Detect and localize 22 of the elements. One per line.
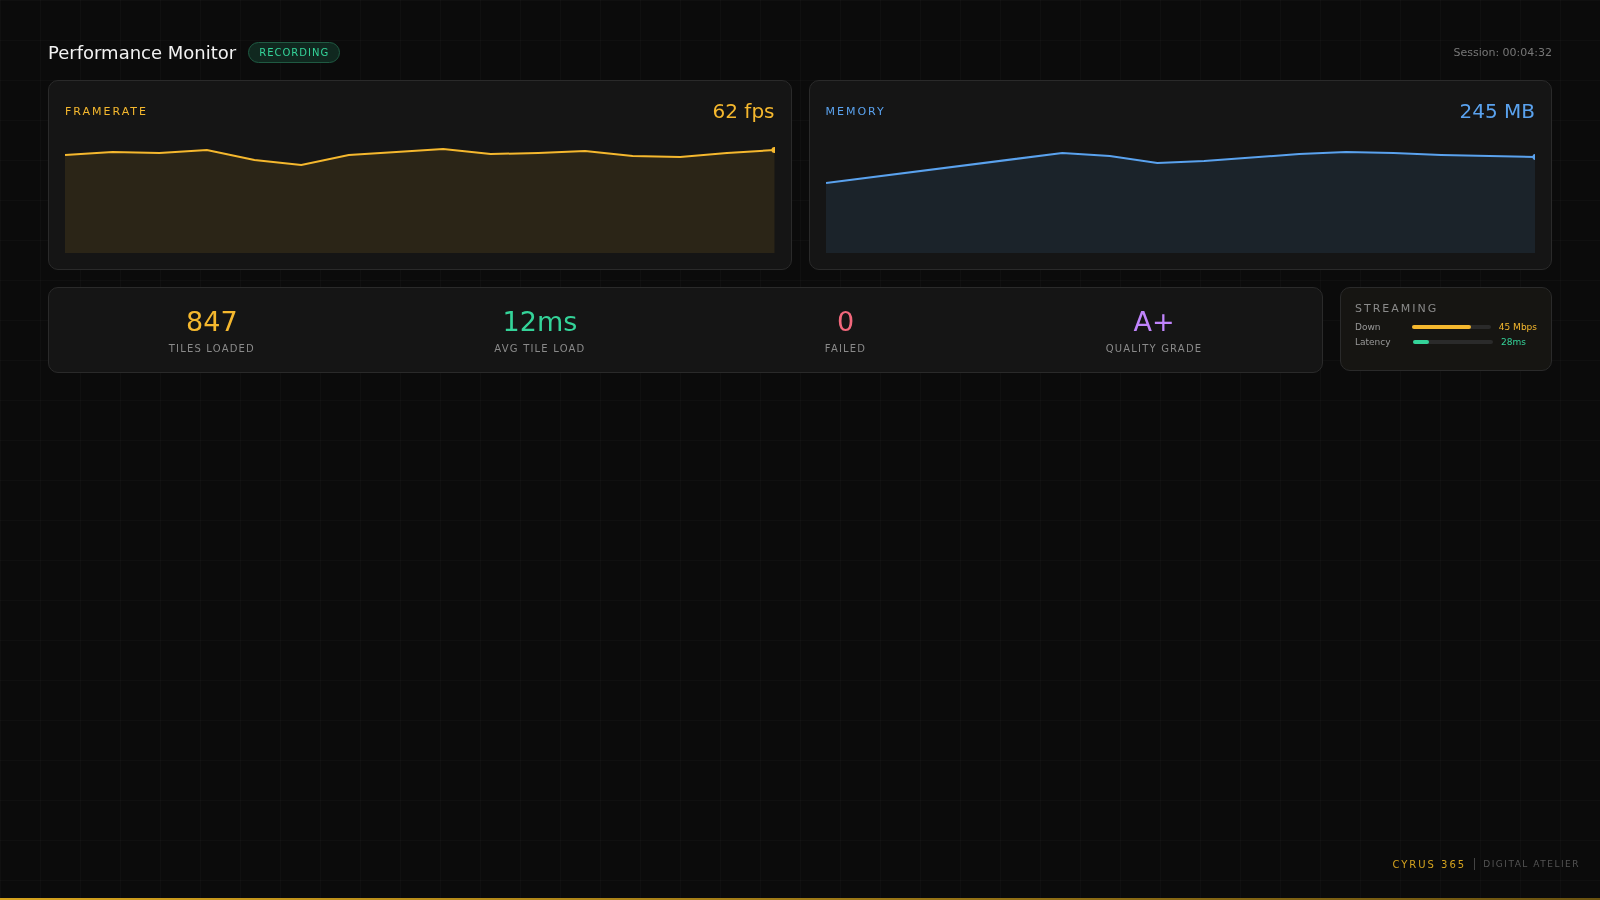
- metric-reading: 45 Mbps: [1498, 322, 1537, 332]
- page-title: Performance Monitor: [48, 41, 237, 63]
- brand-name: CYRUS 365: [1392, 858, 1467, 870]
- brand-tagline: DIGITAL ATELIER: [1483, 859, 1580, 869]
- streaming-title: STREAMING: [1355, 302, 1440, 315]
- metric-label: Down: [1355, 322, 1382, 332]
- status-badge: RECORDING: [248, 41, 341, 63]
- stat-value: 847: [186, 306, 238, 337]
- stat-label: QUALITY GRADE: [1105, 343, 1203, 354]
- stat-value: 0: [836, 306, 855, 337]
- stat-value: A+: [1133, 306, 1175, 337]
- stat-value: 12ms: [502, 306, 578, 337]
- chart-label: MEMORY: [825, 104, 886, 118]
- stat-label: TILES LOADED: [168, 343, 255, 354]
- session-timer: Session: 00:04:32: [1453, 45, 1552, 59]
- metric-reading: 28ms: [1501, 337, 1526, 347]
- chart-value: 245 MB: [1459, 99, 1535, 123]
- stat-label: FAILED: [824, 343, 867, 354]
- stat-label: AVG TILE LOAD: [494, 343, 586, 354]
- metric-label: Latency: [1355, 337, 1392, 347]
- chart-label: FRAMERATE: [65, 104, 149, 118]
- chart-value: 62 fps: [712, 99, 775, 123]
